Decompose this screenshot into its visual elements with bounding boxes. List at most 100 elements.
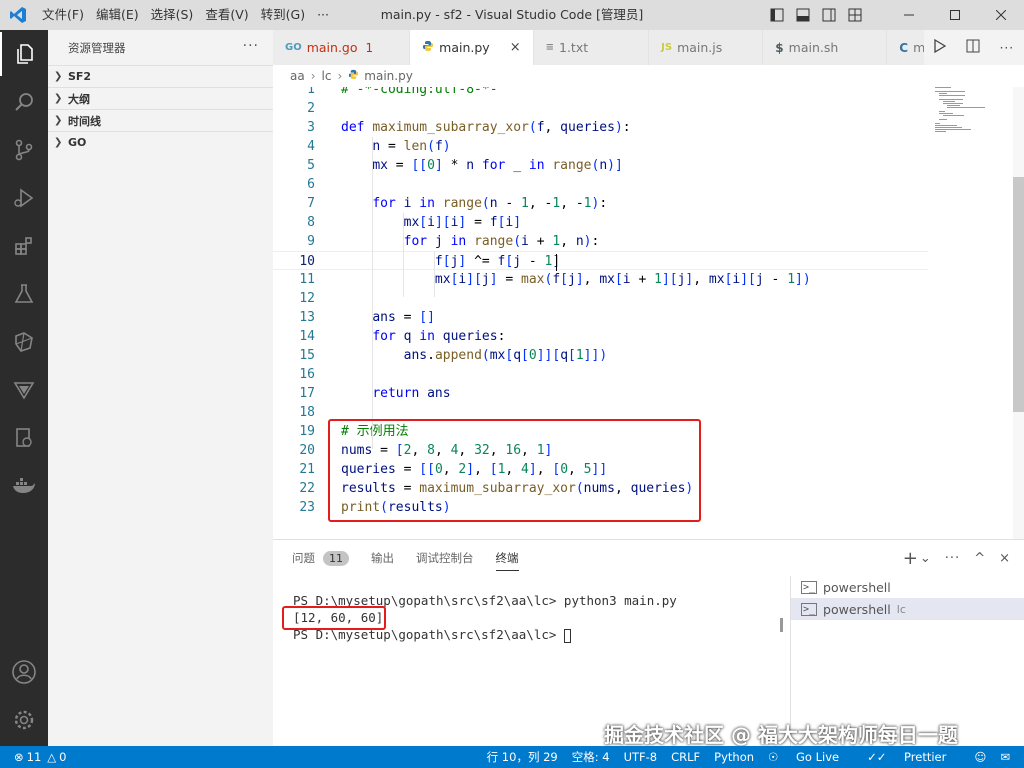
go-live-button[interactable]: ☉ Go Live (768, 750, 853, 764)
scrollbar-thumb[interactable] (1013, 177, 1024, 412)
status-bar: ⊗ 11 △ 0 行 10，列 29 空格: 4 UTF-8 CRLF Pyth… (0, 746, 1024, 768)
menu-file[interactable]: 文件(F) (36, 0, 90, 30)
run-debug-icon[interactable] (0, 176, 48, 220)
section-outline[interactable]: ❯ 大纲 (48, 87, 273, 109)
tab-close-icon[interactable]: × (510, 40, 521, 55)
language-mode[interactable]: Python (714, 750, 754, 764)
indentation[interactable]: 空格: 4 (572, 749, 610, 765)
line-number: 9 (307, 234, 315, 249)
minimap-line (935, 129, 971, 130)
menu-selection[interactable]: 选择(S) (145, 0, 200, 30)
section-sf2[interactable]: ❯ SF2 (48, 65, 273, 87)
minimap-line (935, 127, 963, 128)
menu-more[interactable]: ··· (311, 0, 335, 30)
section-timeline[interactable]: ❯ 时间线 (48, 109, 273, 131)
line-number: 17 (299, 386, 315, 401)
customize-layout-icon[interactable] (842, 8, 868, 22)
feedback-icon[interactable]: ☺ (974, 750, 986, 764)
search-icon[interactable] (0, 80, 48, 124)
extensions-icon[interactable] (0, 224, 48, 268)
code-text: ans = [] (372, 310, 435, 325)
testing-flask-icon[interactable] (0, 272, 48, 316)
chevron-right-icon: ❯ (54, 137, 63, 148)
code-line[interactable]: 2 (273, 99, 928, 118)
minimap-line (947, 107, 986, 108)
notifications-bell-icon[interactable]: ✉ (1000, 750, 1010, 764)
tab-main-js[interactable]: JS main.js (649, 30, 764, 65)
maximize-panel-icon[interactable]: ^ (974, 551, 985, 566)
chevron-down-icon[interactable]: ⌄ (920, 551, 931, 566)
code-text: mx[i][i] = f[i] (403, 215, 522, 230)
chevron-right-icon: ❯ (54, 93, 63, 104)
warning-icon: △ (47, 750, 57, 764)
minimap-line (935, 91, 965, 92)
maximize-icon[interactable] (932, 0, 978, 30)
triangle-extension-icon[interactable] (0, 368, 48, 412)
minimap-line (939, 99, 963, 100)
code-text: def maximum_subarray_xor(f, queries): (341, 120, 631, 135)
docker-icon[interactable] (0, 464, 48, 508)
more-actions-icon[interactable]: ··· (945, 551, 960, 566)
end-of-line[interactable]: CRLF (671, 750, 700, 764)
close-window-icon[interactable] (978, 0, 1024, 30)
terminal-item-selected[interactable]: >_ powershell lc (791, 598, 1024, 620)
minimap-line (939, 113, 953, 114)
bottom-panel: 问题 11 输出 调试控制台 终端 + ⌄ ··· ^ × PS D:\myset… (273, 539, 1024, 747)
close-panel-icon[interactable]: × (999, 551, 1010, 566)
remote-explorer-icon[interactable] (0, 320, 48, 364)
run-play-icon[interactable] (934, 38, 947, 56)
terminal-scrollbar[interactable] (780, 618, 783, 632)
encoding[interactable]: UTF-8 (624, 750, 658, 764)
more-actions-icon[interactable]: ··· (1000, 41, 1014, 55)
minimap-line (943, 115, 964, 116)
terminal-item[interactable]: >_ powershell (791, 576, 1024, 598)
tab-main-go[interactable]: GO main.go 1 (273, 30, 411, 65)
breadcrumb-item-aa[interactable]: aa (290, 69, 305, 83)
split-editor-icon[interactable] (966, 39, 980, 56)
minimap-line (935, 131, 947, 132)
toggle-panel-icon[interactable] (790, 8, 816, 22)
source-control-icon[interactable] (0, 128, 48, 172)
cursor-position[interactable]: 行 10，列 29 (487, 749, 558, 765)
go-file-icon: GO (285, 42, 302, 53)
tab-main-py[interactable]: main.py × (410, 30, 534, 65)
settings-gear-icon[interactable] (0, 698, 48, 742)
breadcrumb-item-lc[interactable]: lc (322, 69, 332, 83)
tab-terminal[interactable]: 终端 (495, 540, 519, 576)
line-number: 4 (307, 139, 315, 154)
remote-settings-icon[interactable] (0, 416, 48, 460)
section-go[interactable]: ❯ GO (48, 131, 273, 153)
line-number: 6 (307, 177, 315, 192)
menu-edit[interactable]: 编辑(E) (90, 0, 145, 30)
line-number: 11 (299, 272, 315, 287)
accounts-icon[interactable] (0, 650, 48, 694)
menu-go[interactable]: 转到(G) (255, 0, 311, 30)
toggle-secondary-sidebar-icon[interactable] (816, 8, 842, 22)
menu-view[interactable]: 查看(V) (199, 0, 254, 30)
terminal-icon: >_ (801, 602, 818, 616)
minimize-icon[interactable] (886, 0, 932, 30)
explorer-icon[interactable] (0, 32, 48, 76)
sidebar-header: 资源管理器 ··· (48, 30, 273, 65)
sidebar-more-icon[interactable]: ··· (243, 38, 259, 54)
minimap[interactable] (930, 87, 1010, 147)
code-line[interactable]: 1 # -*-coding:utf-8-*- (273, 87, 928, 99)
toggle-sidebar-icon[interactable] (764, 8, 790, 22)
tab-problems[interactable]: 问题 11 (292, 540, 349, 576)
prettier-button[interactable]: ✓✓ Prettier (867, 750, 960, 764)
breadcrumb-item-file[interactable]: main.py (364, 69, 413, 83)
editor-scrollbar[interactable] (1013, 87, 1024, 539)
code-text: return ans (372, 386, 451, 401)
new-terminal-plus-icon[interactable]: + (903, 548, 918, 569)
tab-debug-console[interactable]: 调试控制台 (416, 540, 474, 576)
activity-bar (0, 30, 48, 746)
code-text: for j in range(i + 1, n): (403, 234, 600, 249)
problems-status[interactable]: ⊗ 11 △ 0 (0, 750, 66, 764)
title-bar: 文件(F) 编辑(E) 选择(S) 查看(V) 转到(G) ··· main.p… (0, 0, 1024, 30)
tab-main-sh[interactable]: $ main.sh (763, 30, 888, 65)
minimap-line (939, 93, 947, 94)
code-line[interactable]: 3 def maximum_subarray_xor(f, queries): (273, 118, 928, 137)
tab-1-txt[interactable]: ≡ 1.txt (533, 30, 650, 65)
javascript-file-icon: JS (661, 42, 673, 53)
tab-output[interactable]: 输出 (371, 540, 394, 576)
